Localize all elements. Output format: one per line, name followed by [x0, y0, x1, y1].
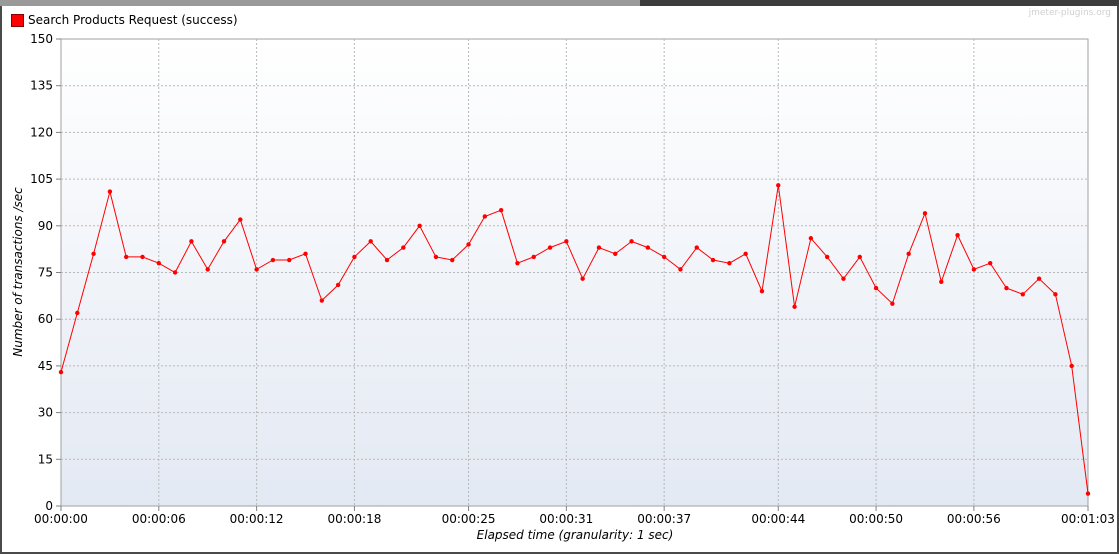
x-tick-label: 00:00:12 [230, 512, 284, 526]
data-point [824, 254, 830, 260]
data-point [368, 239, 373, 244]
x-tick-label: 00:00:50 [849, 512, 903, 526]
data-point [140, 254, 145, 260]
data-point [922, 211, 928, 216]
data-point [221, 239, 227, 244]
data-point [727, 260, 732, 266]
data-point [58, 369, 64, 375]
y-tick-label: 45 [38, 359, 53, 373]
data-point [124, 254, 129, 260]
data-point [939, 279, 944, 285]
legend: Search Products Request (success) [11, 12, 238, 28]
data-point [987, 260, 993, 266]
data-point [498, 208, 504, 213]
data-point [547, 245, 553, 250]
data-point [466, 242, 471, 247]
data-point [564, 239, 569, 244]
x-tick-label: 00:00:44 [751, 512, 805, 526]
data-point [694, 245, 699, 250]
data-point [596, 245, 602, 250]
data-point [172, 270, 178, 275]
y-tick-label: 120 [30, 125, 53, 139]
y-axis-ticks: 0 15 30 45 60 75 90 105 120 135 150 [30, 32, 61, 513]
x-tick-label: 00:00:25 [442, 512, 496, 526]
data-point [107, 189, 113, 194]
data-point [841, 276, 846, 281]
data-point [792, 304, 797, 309]
data-point [678, 267, 683, 272]
data-point [955, 232, 960, 238]
data-point [710, 257, 716, 263]
data-point [156, 260, 162, 266]
y-tick-label: 150 [30, 32, 53, 46]
data-point [352, 254, 357, 260]
data-point [75, 310, 80, 316]
y-tick-label: 60 [38, 312, 53, 326]
data-point [580, 276, 585, 281]
x-tick-label: 00:00:37 [637, 512, 691, 526]
data-point [759, 288, 765, 294]
x-tick-label: 00:00:56 [947, 512, 1001, 526]
y-tick-label: 15 [38, 452, 53, 466]
legend-swatch [11, 13, 24, 27]
data-point [189, 239, 194, 244]
y-tick-label: 30 [38, 406, 53, 420]
data-point [417, 223, 422, 228]
data-point [384, 257, 390, 263]
data-point [433, 254, 439, 260]
y-axis-title: Number of transactions /sec [11, 187, 25, 357]
data-point [1036, 276, 1042, 281]
data-point [335, 282, 341, 288]
data-point [1069, 363, 1074, 369]
data-point [629, 239, 634, 244]
data-point [450, 257, 455, 263]
data-point [531, 254, 536, 260]
data-point [776, 183, 781, 188]
x-axis-ticks: 00:00:00 00:00:06 00:00:12 00:00:18 00:00:25… [34, 506, 1115, 526]
data-point [303, 251, 308, 257]
x-axis-title: Elapsed time (granularity: 1 sec) [477, 528, 674, 542]
data-point [1004, 285, 1009, 291]
data-point [906, 251, 911, 257]
data-point [1020, 292, 1025, 297]
data-point [287, 257, 292, 263]
watermark: jmeter-plugins.org [1028, 8, 1111, 18]
x-tick-label: 00:00:06 [132, 512, 186, 526]
data-point [661, 254, 667, 260]
data-point [971, 267, 977, 272]
data-point [1085, 491, 1091, 496]
data-point [401, 245, 406, 250]
y-tick-label: 105 [30, 172, 53, 186]
data-point [91, 251, 96, 257]
data-point [873, 285, 879, 291]
data-point [890, 301, 895, 306]
data-point [238, 217, 243, 222]
x-tick-label: 00:00:18 [327, 512, 381, 526]
x-tick-label: 00:00:00 [34, 512, 88, 526]
x-tick-label: 00:00:31 [539, 512, 593, 526]
data-point [270, 257, 276, 263]
data-point [808, 236, 814, 241]
data-point [515, 260, 520, 266]
y-tick-label: 0 [45, 499, 53, 513]
x-tick-label: 00:01:03 [1061, 512, 1115, 526]
data-point [319, 298, 325, 303]
data-point [613, 251, 618, 257]
legend-label: Search Products Request (success) [28, 13, 238, 27]
line-chart: 0153045607590105120135150 00:00:00 00:00:… [11, 32, 1115, 542]
data-point [857, 254, 862, 260]
data-point [205, 267, 210, 272]
y-tick-label: 135 [30, 79, 53, 93]
y-tick-label: 90 [38, 219, 53, 233]
data-point [1053, 292, 1058, 297]
y-tick-label: 75 [38, 266, 53, 280]
data-point [743, 251, 748, 257]
data-point [254, 267, 259, 272]
data-point [645, 245, 651, 250]
data-point [482, 214, 488, 219]
